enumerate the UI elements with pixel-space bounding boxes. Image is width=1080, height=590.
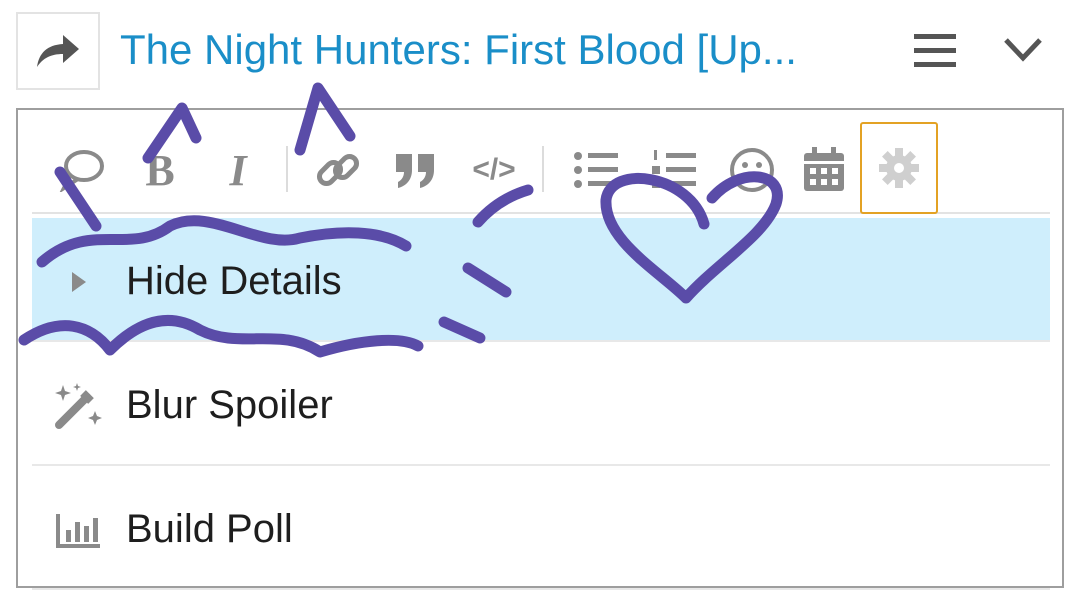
smiley-icon	[730, 148, 774, 192]
link-icon	[316, 153, 360, 187]
reply-button[interactable]	[16, 12, 100, 90]
calendar-icon	[804, 147, 844, 191]
menu-item-blur-spoiler[interactable]: Blur Spoiler	[32, 342, 1050, 466]
menu-item-label: Blur Spoiler	[126, 383, 333, 427]
editor-panel: B I </> Hide Details Blur Spoiler Build …	[16, 108, 1064, 590]
bold-button[interactable]: B	[130, 140, 190, 200]
menu-item-label: Build Poll	[126, 507, 293, 551]
calendar-button[interactable]	[794, 140, 854, 200]
share-arrow-icon	[37, 35, 79, 67]
menu-item-build-poll[interactable]: Build Poll	[32, 466, 1050, 590]
link-button[interactable]	[308, 140, 368, 200]
settings-button[interactable]	[860, 122, 938, 214]
code-icon: </>	[472, 153, 516, 186]
italic-icon: I	[229, 145, 247, 195]
chevron-down-icon	[1004, 38, 1042, 62]
thread-title-bar: The Night Hunters: First Blood [Up...	[0, 0, 1080, 106]
menu-item-hide-details[interactable]: Hide Details	[32, 218, 1050, 342]
bar-chart-icon	[52, 504, 104, 556]
thread-title[interactable]: The Night Hunters: First Blood [Up...	[120, 22, 900, 78]
toolbar-separator	[542, 146, 544, 192]
bold-icon: B	[145, 145, 175, 195]
italic-button[interactable]: I	[208, 140, 268, 200]
numbered-list-button[interactable]	[644, 140, 704, 200]
numbered-list-icon	[652, 150, 696, 188]
insert-menu: Hide Details Blur Spoiler Build Poll	[32, 218, 1050, 590]
bulleted-list-button[interactable]	[566, 140, 626, 200]
smiley-button[interactable]	[722, 140, 782, 200]
speech-bubble-button[interactable]	[52, 140, 112, 200]
hamburger-icon	[914, 34, 956, 67]
quote-button[interactable]	[386, 140, 446, 200]
menu-item-label: Hide Details	[126, 259, 342, 303]
toolbar-separator	[286, 146, 288, 192]
thread-menu-button[interactable]	[912, 30, 958, 72]
speech-bubble-icon	[59, 150, 104, 192]
collapse-button[interactable]	[1000, 30, 1046, 72]
quote-icon	[396, 154, 434, 188]
code-button[interactable]: </>	[464, 140, 524, 200]
editor-toolbar: B I </>	[32, 110, 1050, 214]
magic-wand-icon	[52, 380, 104, 432]
gear-icon	[879, 148, 919, 188]
triangle-right-icon	[52, 256, 104, 308]
bulleted-list-icon	[574, 152, 618, 188]
